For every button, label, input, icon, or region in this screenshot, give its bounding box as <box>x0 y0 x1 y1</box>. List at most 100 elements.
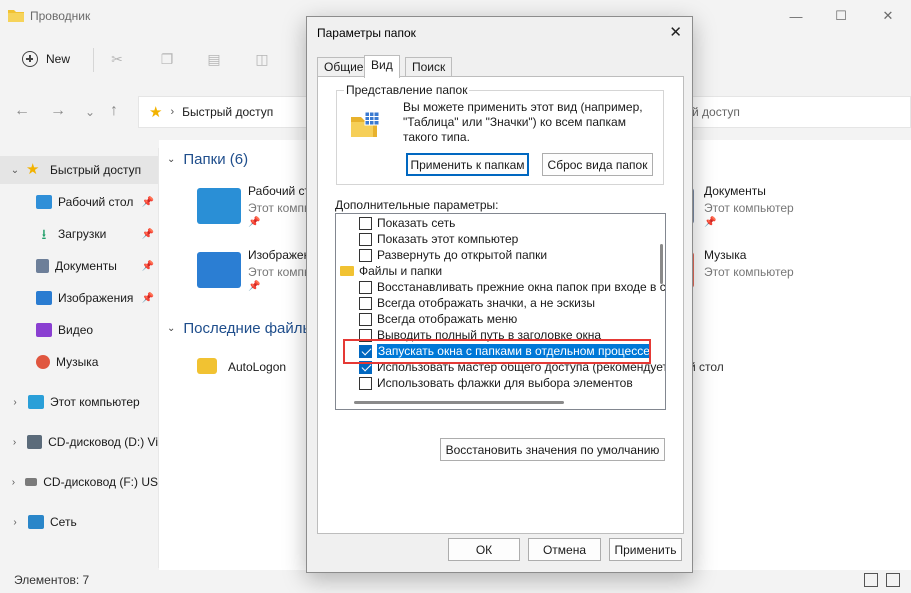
star-icon: ★ <box>26 161 40 178</box>
option-always-show-icons[interactable]: Всегда отображать значки, а не эскизы <box>359 295 665 311</box>
chevron-right-icon[interactable]: › <box>8 517 22 528</box>
cancel-button[interactable]: Отмена <box>528 538 601 561</box>
pin-icon: 📌 <box>141 196 154 208</box>
pin-icon: 📌 <box>141 228 154 240</box>
vertical-scrollbar[interactable] <box>660 244 663 284</box>
sidebar-item-quick-access[interactable]: ⌄ ★ Быстрый доступ <box>0 156 158 184</box>
folders-section-header[interactable]: ⌄ Папки (6) <box>167 151 248 168</box>
checkbox[interactable] <box>359 328 372 342</box>
tab-view[interactable]: Вид <box>364 55 400 78</box>
apply-button[interactable]: Применить <box>609 538 682 561</box>
option-use-check-boxes[interactable]: Использовать флажки для выбора элементов <box>359 375 665 391</box>
checkbox[interactable] <box>359 312 372 326</box>
pin-icon: 📌 <box>248 217 261 228</box>
option-show-network[interactable]: Показать сеть <box>359 215 665 231</box>
copy-icon[interactable]: ❐ <box>158 50 176 68</box>
option-full-path-in-title[interactable]: Выводить полный путь в заголовке окна <box>359 327 665 343</box>
sidebar-item-desktop[interactable]: Рабочий стол 📌 <box>0 188 158 216</box>
option-expand-to-open-folder[interactable]: Развернуть до открытой папки <box>359 247 665 263</box>
plus-icon <box>22 51 38 67</box>
sidebar-item-cd-drive-f[interactable]: › CD-дисковод (F:) US <box>0 468 158 496</box>
folders-section-title: Папки (6) <box>183 151 249 168</box>
tile-title[interactable]: Изображен <box>248 248 310 262</box>
recent-section-header[interactable]: ⌄ Последние файлы <box>167 320 313 337</box>
option-sharing-wizard[interactable]: Использовать мастер общего доступа (реко… <box>359 359 665 375</box>
new-button[interactable]: New <box>14 46 78 72</box>
option-show-this-pc[interactable]: Показать этот компьютер <box>359 231 665 247</box>
ok-button[interactable]: ОК <box>448 538 520 561</box>
option-label: Восстанавливать прежние окна папок при в… <box>377 280 666 294</box>
checkbox[interactable] <box>359 296 372 310</box>
sidebar-item-pictures[interactable]: Изображения 📌 <box>0 284 158 312</box>
rename-icon[interactable]: ◫ <box>253 50 271 68</box>
chevron-down-icon[interactable]: ⌄ <box>8 165 22 176</box>
close-icon[interactable]: ✕ <box>669 23 682 41</box>
option-restore-previous-windows[interactable]: Восстанавливать прежние окна папок при в… <box>359 279 666 295</box>
tile-subtitle: Этот компьютер <box>704 201 794 215</box>
recent-file-name[interactable]: AutoLogon <box>228 360 286 374</box>
recent-locations-chevron-icon[interactable]: ⌄ <box>85 105 95 119</box>
tile-title[interactable]: Рабочий ст <box>248 184 310 198</box>
checkbox[interactable] <box>359 216 372 230</box>
chevron-right-icon[interactable]: › <box>8 397 22 408</box>
option-separate-process[interactable]: Запускать окна с папками в отдельном про… <box>359 343 665 359</box>
option-label: Файлы и папки <box>359 264 443 278</box>
folder-views-group: Представление папок Вы можете применить … <box>336 83 664 185</box>
back-arrow-icon[interactable]: ← <box>14 102 30 120</box>
sidebar-item-music[interactable]: Музыка <box>0 348 158 376</box>
group-legend: Представление папок <box>344 83 470 97</box>
details-view-icon[interactable] <box>864 573 878 587</box>
chevron-right-icon[interactable]: › <box>8 477 19 488</box>
sidebar-item-label: Изображения <box>58 291 134 305</box>
sidebar-item-label: CD-дисковод (D:) Vi <box>48 435 158 449</box>
option-label: Показать этот компьютер <box>377 232 519 246</box>
sidebar-item-downloads[interactable]: ⭳ Загрузки 📌 <box>0 220 158 248</box>
tile-title[interactable]: Документы <box>704 184 766 198</box>
horizontal-scrollbar[interactable] <box>354 401 564 404</box>
minimize-button[interactable]: — <box>773 0 819 32</box>
option-always-show-menus[interactable]: Всегда отображать меню <box>359 311 665 327</box>
sidebar-item-this-pc[interactable]: › Этот компьютер <box>0 388 158 416</box>
advanced-settings-list[interactable]: Показать сеть Показать этот компьютер Ра… <box>335 213 666 410</box>
checkbox[interactable] <box>359 232 372 246</box>
status-bar: Элементов: 7 <box>0 570 911 593</box>
sidebar-item-video[interactable]: Видео <box>0 316 158 344</box>
cut-icon[interactable]: ✂ <box>108 50 126 68</box>
sidebar-item-label: Сеть <box>50 515 77 529</box>
desktop-folder-icon[interactable] <box>197 188 241 224</box>
tile-title[interactable]: Музыка <box>704 248 746 262</box>
restore-defaults-button[interactable]: Восстановить значения по умолчанию <box>440 438 665 461</box>
checkbox[interactable] <box>359 248 372 262</box>
reset-folders-button[interactable]: Сброс вида папок <box>542 153 653 176</box>
apply-to-folders-button[interactable]: Применить к папкам <box>406 153 529 176</box>
search-box[interactable]: й доступ <box>688 96 911 128</box>
tab-search[interactable]: Поиск <box>405 57 453 77</box>
breadcrumb-segment[interactable]: Быстрый доступ <box>182 105 273 119</box>
paste-icon[interactable]: ▤ <box>205 50 223 68</box>
toolbar-divider <box>93 48 94 72</box>
checkbox-checked[interactable] <box>359 360 372 374</box>
forward-arrow-icon[interactable]: → <box>50 102 66 120</box>
checkbox-checked[interactable] <box>359 344 372 358</box>
up-arrow-icon[interactable]: ↑ <box>110 102 118 120</box>
tiles-view-icon[interactable] <box>886 573 900 587</box>
address-bar[interactable]: ★ › Быстрый доступ <box>138 96 308 128</box>
sidebar-item-cd-drive-d[interactable]: › CD-дисковод (D:) Vi <box>0 428 158 456</box>
computer-icon <box>28 395 44 409</box>
tab-general[interactable]: Общие <box>317 57 371 77</box>
maximize-button[interactable]: ☐ <box>818 0 864 32</box>
checkbox[interactable] <box>359 280 372 294</box>
sidebar-item-label: Этот компьютер <box>50 395 140 409</box>
pictures-folder-icon[interactable] <box>197 252 241 288</box>
breadcrumb-chevron-icon: › <box>170 106 175 118</box>
chevron-right-icon[interactable]: › <box>8 437 21 448</box>
sidebar-item-label: Видео <box>58 323 94 337</box>
close-window-button[interactable]: ✕ <box>865 0 911 32</box>
video-icon <box>36 323 52 337</box>
sidebar-item-documents[interactable]: Документы 📌 <box>0 252 158 280</box>
pin-icon: 📌 <box>141 260 154 272</box>
download-icon: ⭳ <box>41 226 47 242</box>
sidebar-item-label: Загрузки <box>58 227 107 241</box>
checkbox[interactable] <box>359 376 372 390</box>
sidebar-item-network[interactable]: › Сеть <box>0 508 158 536</box>
